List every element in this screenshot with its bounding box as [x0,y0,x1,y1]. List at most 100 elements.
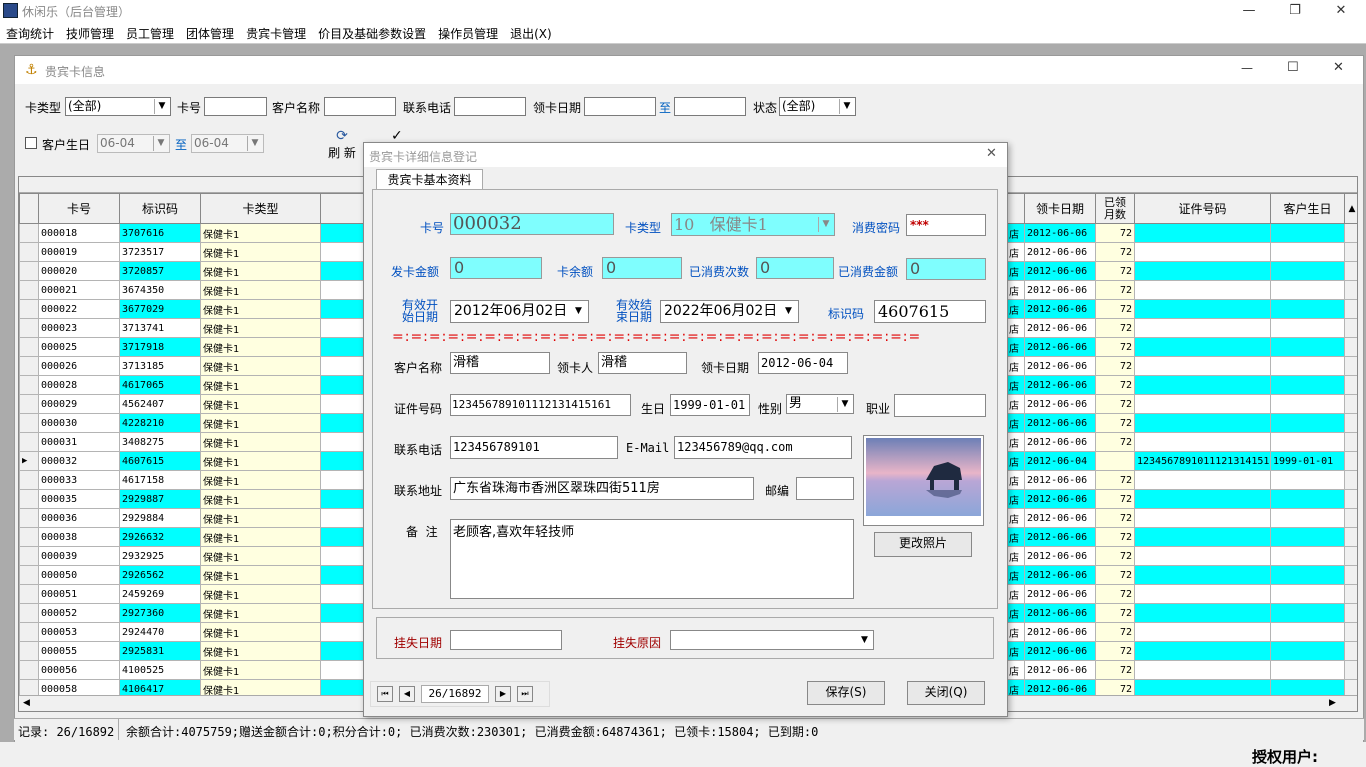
cell-code: 3720857 [119,261,201,281]
cell-cert [1134,508,1271,528]
idcode-field[interactable]: 4607615 [874,300,986,323]
birthday-checkbox[interactable] [25,137,37,149]
cell-date: 2012-06-06 [1024,527,1096,547]
cell-code: 3723517 [119,242,201,262]
rdate-field[interactable]: 2012-06-04 [758,352,848,374]
card-type-select[interactable]: (全部) ▼ [65,97,171,116]
menu-exit[interactable]: 退出(X) [504,22,558,42]
card-type-field[interactable]: 10 保健卡1 ▼ [671,213,835,236]
col-date[interactable]: 领卡日期 [1024,193,1096,224]
used-cnt-field[interactable]: 0 [756,257,834,279]
mail-field[interactable]: 123456789@qq.com [674,436,852,459]
cell-birthday [1270,546,1345,566]
lost-reason-select[interactable]: ▼ [670,630,874,650]
row-indicator [19,337,39,357]
restore-button[interactable]: ❐ [1272,0,1318,22]
birth-field[interactable]: 1999-01-01 [670,394,750,416]
menu-query[interactable]: 查询统计 [0,22,60,42]
cell-months: 72 [1095,223,1135,243]
pwd-field[interactable]: *** [906,214,986,236]
cell-birthday [1270,356,1345,376]
dialog-close-icon[interactable]: ✕ [986,146,997,161]
close-button[interactable]: 关闭(Q) [907,681,985,705]
change-photo-button[interactable]: 更改照片 [874,532,972,557]
cell-cert [1134,318,1271,338]
customer-input[interactable] [324,97,396,116]
note-field[interactable]: 老顾客,喜欢年轻技师 [450,519,854,599]
first-record-icon[interactable]: ⏮ [377,686,393,702]
used-amt-field[interactable]: 0 [906,258,986,280]
last-record-icon[interactable]: ⏭ [517,686,533,702]
date-from-input[interactable] [584,97,656,116]
addr-field[interactable]: 广东省珠海市香洲区翠珠四街511房 [450,477,754,500]
cell-date: 2012-06-06 [1024,318,1096,338]
cell-card-no: 000052 [38,603,120,623]
cell-card-no: 000029 [38,394,120,414]
col-birthday[interactable]: 客户生日 [1270,193,1345,224]
tel-field[interactable]: 123456789101 [450,436,618,459]
phone-input[interactable] [454,97,526,116]
receiver-field[interactable]: 滑稽 [598,352,687,374]
close-app-button[interactable]: ✕ [1318,0,1364,22]
menu-staff[interactable]: 员工管理 [120,22,180,42]
cell-date: 2012-06-06 [1024,242,1096,262]
birth-to-select[interactable]: 06-04 ▼ [191,134,264,153]
cell-months: 72 [1095,299,1135,319]
menu-tech[interactable]: 技师管理 [60,22,120,42]
col-card-no[interactable]: 卡号 [38,193,120,224]
balance-field[interactable]: 0 [602,257,682,279]
date-to-input[interactable] [674,97,746,116]
lost-date-field[interactable] [450,630,562,650]
menu-price[interactable]: 价目及基础参数设置 [312,22,432,42]
col-type[interactable]: 卡类型 [200,193,321,224]
date-to-label: 至 [659,101,672,115]
zip-field[interactable] [796,477,854,500]
card-no-input[interactable] [204,97,267,116]
card-type-label: 卡类型 [625,221,662,235]
col-months[interactable]: 已领 月数 [1095,193,1135,224]
col-cert[interactable]: 证件号码 [1134,193,1271,224]
col-code[interactable]: 标识码 [119,193,201,224]
menu-group[interactable]: 团体管理 [180,22,240,42]
issue-amt-field[interactable]: 0 [450,257,542,279]
cell-cert [1134,527,1271,547]
child-maximize-button[interactable]: ☐ [1287,60,1299,75]
cell-type: 保健卡1 [200,394,321,414]
cell-code: 2927360 [119,603,201,623]
minimize-button[interactable]: — [1226,0,1272,22]
cell-store: 店 [1006,261,1025,281]
sex-select[interactable]: 男 ▼ [786,394,854,414]
pwd-label: 消费密码 [852,221,901,235]
scroll-right-icon[interactable]: ▶ [1329,698,1336,708]
cell-store: 店 [1006,641,1025,661]
child-close-button[interactable]: ✕ [1333,60,1344,75]
cert-field[interactable]: 123456789101112131415161 [450,394,631,416]
cell-months: 72 [1095,318,1135,338]
scroll-left-icon[interactable]: ◀ [23,698,30,708]
child-minimize-button[interactable]: — [1241,61,1253,75]
end-date-picker[interactable]: 2022年06月02日 ▼ [660,300,799,323]
cust-field[interactable]: 滑稽 [450,352,550,374]
grid-vscroll [1344,242,1357,262]
cell-birthday [1270,470,1345,490]
menu-vip[interactable]: 贵宾卡管理 [240,22,312,42]
mail-label: E-Mail [626,441,670,455]
start-date-picker[interactable]: 2012年06月02日 ▼ [450,300,589,323]
row-indicator [19,413,39,433]
job-field[interactable] [894,394,986,417]
cell-type: 保健卡1 [200,451,321,471]
grid-vscroll-up[interactable]: ▲ [1344,193,1357,224]
save-button[interactable]: 保存(S) [807,681,885,705]
addr-label: 联系地址 [394,484,443,498]
birth-from-select[interactable]: 06-04 ▼ [97,134,170,153]
refresh-button[interactable]: ⟳ 刷 新 [328,128,356,161]
tab-basic-info[interactable]: 贵宾卡基本资料 [376,169,483,190]
prev-record-icon[interactable]: ◀ [399,686,415,702]
rdate-label: 领卡日期 [701,361,750,375]
next-record-icon[interactable]: ▶ [495,686,511,702]
card-no-field[interactable]: 000032 [450,213,614,235]
status-select[interactable]: (全部) ▼ [779,97,856,116]
menu-operator[interactable]: 操作员管理 [432,22,504,42]
cell-months: 72 [1095,565,1135,585]
record-position[interactable]: 26/16892 [421,685,489,703]
